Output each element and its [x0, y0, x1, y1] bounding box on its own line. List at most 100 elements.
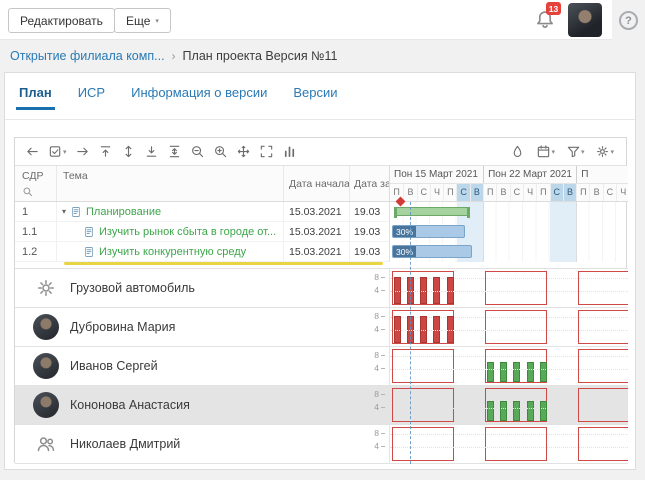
gantt-table-row[interactable]: 1.1 Изучить рынок сбыта в городе от... 15.… [15, 222, 389, 242]
column-end: Дата заве [350, 166, 389, 201]
day-label: Ч [616, 184, 628, 201]
row-wbs: 1.1 [15, 222, 57, 241]
resource-row[interactable]: Иванов Сергей 8 4 [15, 347, 628, 386]
column-header-end[interactable]: Дата заве [354, 178, 389, 190]
breadcrumb-parent-link[interactable]: Открытие филиала комп... [10, 49, 165, 63]
task-name[interactable]: Изучить конкурентную среду [99, 246, 246, 258]
column-start: Дата начала [284, 166, 350, 201]
fullscreen-button[interactable] [257, 142, 276, 161]
resource-load-chart[interactable] [389, 308, 628, 346]
day-label: В [562, 184, 577, 201]
allocation-bar [446, 276, 454, 304]
gantt-table-row[interactable]: 1 ▾ Планирование 15.03.2021 19.03 [15, 202, 389, 222]
expand-rows-button[interactable] [119, 142, 138, 161]
edit-button[interactable]: Редактировать [8, 8, 115, 33]
tab-versions[interactable]: Версии [293, 85, 337, 110]
resource-row[interactable]: Кононова Анастасия 8 4 [15, 386, 628, 425]
gantt-table-row[interactable]: 1.2 Изучить конкурентную среду 15.03.2021 1… [15, 242, 389, 262]
gantt-bar-task-1[interactable]: 30% [392, 225, 465, 238]
row-wbs: 1.2 [15, 242, 57, 261]
row-start-date: 15.03.2021 [284, 242, 350, 261]
collapse-bottom-button[interactable] [142, 142, 161, 161]
search-icon[interactable] [22, 186, 56, 198]
resource-load-chart[interactable] [389, 347, 628, 385]
resource-row[interactable]: Дубровина Мария 8 4 [15, 308, 628, 347]
task-name[interactable]: Изучить рынок сбыта в городе от... [99, 226, 276, 238]
allocation-bar [539, 361, 547, 382]
group-icon [33, 434, 59, 454]
load-axis: 84 [365, 386, 385, 424]
user-avatar[interactable] [568, 3, 602, 37]
fit-rows-button[interactable] [165, 142, 184, 161]
collapse-top-button[interactable] [96, 142, 115, 161]
calendar-icon [536, 144, 551, 159]
resource-name: Николаев Дмитрий [70, 437, 181, 451]
axis-label: 8 [374, 428, 385, 438]
arrow-left-button[interactable] [23, 142, 42, 161]
gantt-bar-summary[interactable] [394, 207, 470, 218]
select-tasks-button[interactable]: ▾ [46, 142, 69, 161]
week-gridline [576, 202, 577, 262]
row-start-date: 15.03.2021 [284, 202, 350, 221]
expand-caret-icon[interactable]: ▾ [62, 207, 66, 216]
week-gridline [483, 202, 484, 262]
arrow-right-button[interactable] [73, 142, 92, 161]
zoom-out-button[interactable] [188, 142, 207, 161]
resource-row[interactable]: Николаев Дмитрий 8 4 [15, 425, 628, 464]
avatar [33, 353, 59, 379]
resource-row-left: Николаев Дмитрий 8 4 [15, 425, 389, 463]
resource-row-left: Дубровина Мария 8 4 [15, 308, 389, 346]
tab-version-info[interactable]: Информация о версии [131, 85, 267, 110]
column-header-wbs[interactable]: СДР [22, 170, 56, 182]
zoom-in-icon [213, 144, 228, 159]
progress-segment: 30% [393, 226, 416, 237]
doc-icon [70, 206, 82, 218]
axis-label: 8 [374, 272, 385, 282]
allocation-bar [513, 400, 521, 421]
load-axis: 84 [365, 308, 385, 346]
day-label: В [496, 184, 509, 201]
task-name[interactable]: Планирование [86, 206, 161, 218]
allocation-block [392, 388, 454, 422]
filter-button[interactable]: ▾ [564, 142, 587, 161]
column-header-topic[interactable]: Тема [63, 170, 88, 182]
timeline-weeks-row: Пон 15 Март 2021 Пон 22 Март 2021 П [390, 166, 628, 184]
row-topic: Изучить рынок сбыта в городе от... [57, 222, 284, 241]
tab-wbs[interactable]: ИСР [78, 85, 105, 110]
resource-load-chart[interactable] [389, 386, 628, 424]
resource-row[interactable]: Грузовой автомобиль 8 4 [15, 269, 628, 308]
allocation-bar [486, 400, 494, 421]
fullscreen-icon [259, 144, 274, 159]
collapse-top-icon [98, 144, 113, 159]
resource-load-chart[interactable] [389, 269, 628, 307]
row-wbs: 1 [15, 202, 57, 221]
allocation-bar [406, 276, 414, 304]
day-label: В [403, 184, 416, 201]
pan-button[interactable] [234, 142, 253, 161]
horizontal-scroll-indicator[interactable] [64, 262, 383, 265]
more-button[interactable]: Еще ▾ [114, 8, 171, 33]
column-header-start[interactable]: Дата начала [289, 178, 349, 190]
critical-path-icon [510, 144, 525, 159]
expand-rows-icon [121, 144, 136, 159]
column-wbs: СДР [15, 166, 57, 201]
zoom-in-button[interactable] [211, 142, 230, 161]
resource-load-chart[interactable] [389, 425, 628, 463]
tab-plan[interactable]: План [16, 85, 55, 110]
day-label: П [536, 184, 549, 201]
timeline-days-row: ПВСЧПСВПВСЧПСВПВСЧ [390, 184, 628, 201]
gantt-chart[interactable]: 30% 30% [389, 196, 628, 262]
settings-button[interactable]: ▾ [593, 142, 616, 161]
day-label: В [469, 184, 484, 201]
more-button-label: Еще [126, 13, 151, 28]
help-button[interactable]: ? [619, 11, 638, 30]
allocation-block [392, 349, 454, 383]
calendar-button[interactable]: ▾ [534, 142, 557, 161]
resource-name: Дубровина Мария [70, 320, 176, 334]
gantt-table-body: 1 ▾ Планирование 15.03.2021 19.03 1.1 Изучить … [15, 202, 389, 262]
breadcrumb: Открытие филиала комп... › План проекта … [10, 49, 338, 63]
resource-row-left: Кононова Анастасия 8 4 [15, 386, 389, 424]
gantt-bar-task-2[interactable]: 30% [392, 245, 472, 258]
critical-path-button[interactable] [508, 142, 527, 161]
histogram-button[interactable] [280, 142, 299, 161]
